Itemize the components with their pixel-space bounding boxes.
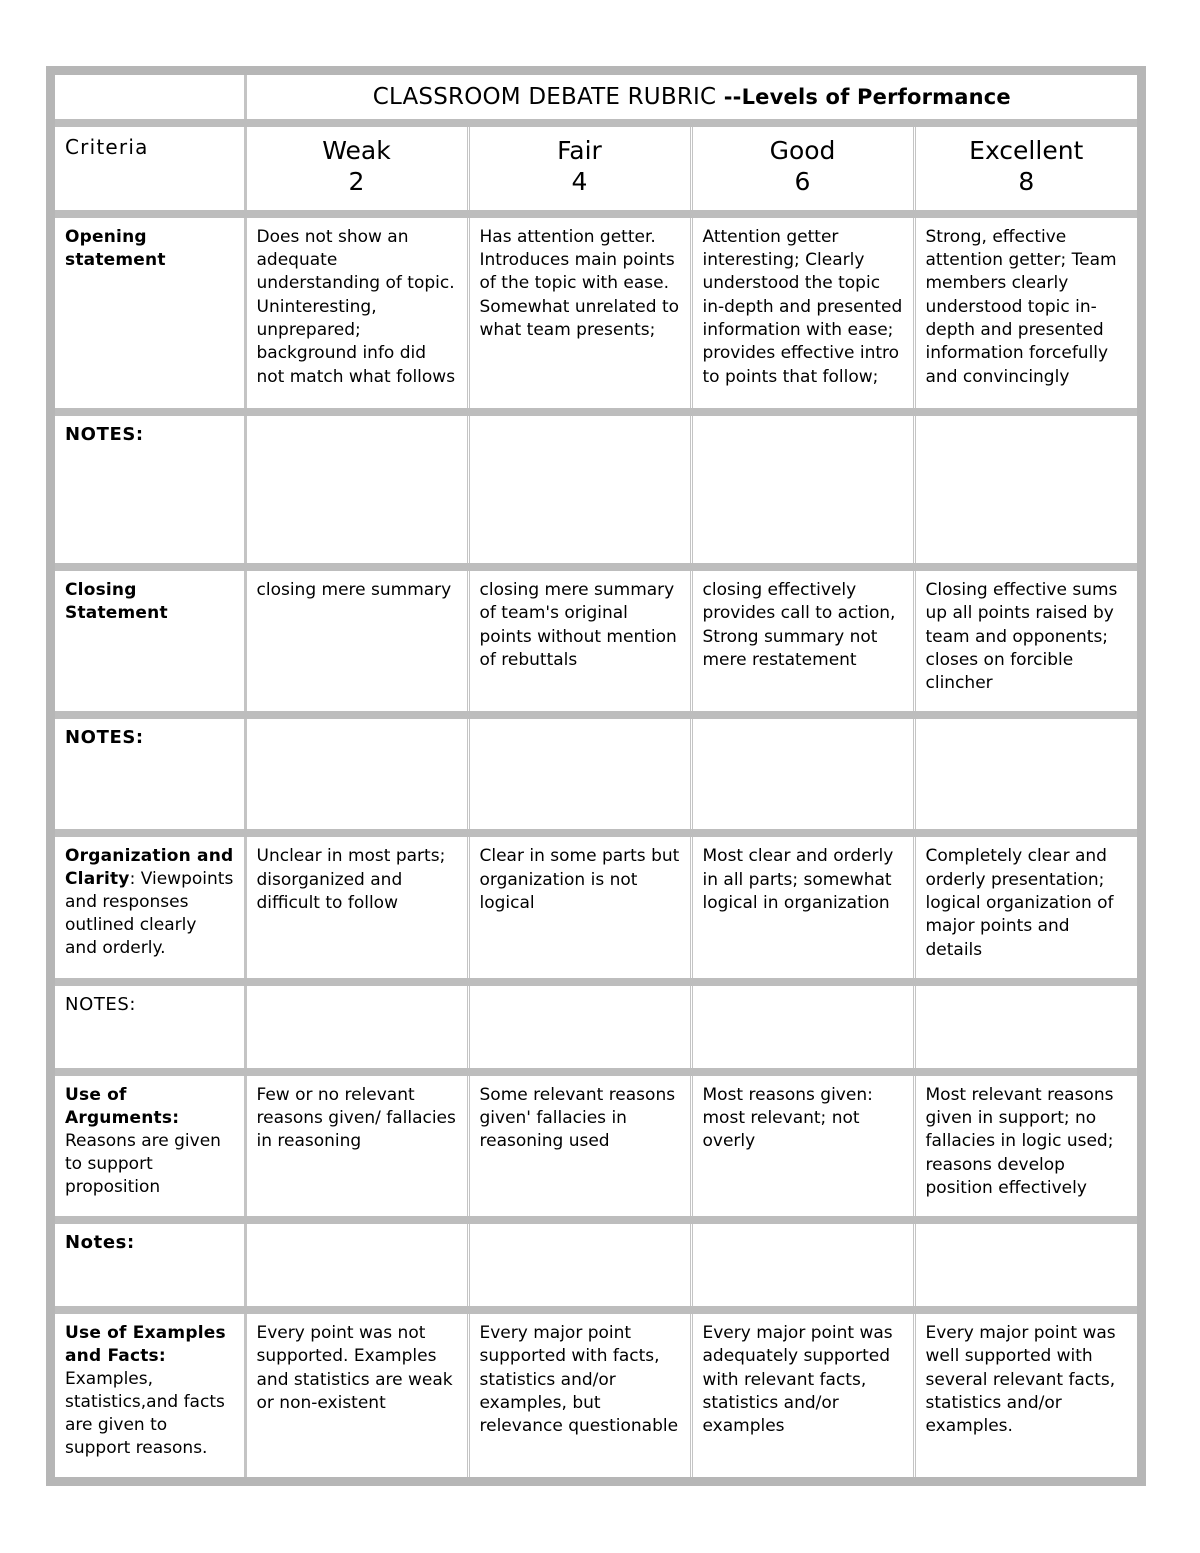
criterion-title: Use of Examples and Facts: xyxy=(65,1323,226,1367)
table-row: Use of Arguments: Reasons are given to su… xyxy=(55,1071,1138,1225)
title-row: CLASSROOM DEBATE RUBRIC --Levels of Perf… xyxy=(55,75,1138,128)
notes-field-4-good[interactable] xyxy=(689,1220,916,1315)
table-row: NOTES: xyxy=(55,981,1138,1076)
cell-closing-statement-good: closing effectively provides call to act… xyxy=(689,567,916,720)
notes-field-1-weak[interactable] xyxy=(245,412,470,572)
cell-opening-statement-weak: Does not show an adequate understanding … xyxy=(245,213,470,417)
cell-organization-fair: Clear in some parts but organization is … xyxy=(466,833,693,986)
cell-opening-statement-good: Attention getter interesting; Clearly un… xyxy=(689,213,916,417)
notes-field-3-weak[interactable] xyxy=(245,981,470,1076)
notes-field-2-excellent[interactable] xyxy=(912,715,1138,838)
cell-organization-weak: Unclear in most parts; disorganized and … xyxy=(245,833,470,986)
column-header-row: Criteria Weak 2 Fair 4 Good 6 Excellent xyxy=(55,123,1138,218)
notes-field-3-good[interactable] xyxy=(689,981,916,1076)
header-level-weak-label: Weak xyxy=(322,136,391,166)
cell-arguments-good: Most reasons given: most relevant; not o… xyxy=(689,1071,916,1225)
table-row: Use of Examples and Facts: Examples, stat… xyxy=(55,1310,1138,1477)
document-title-subtitle: --Levels of Performance xyxy=(723,85,1011,109)
cell-examples-fair: Every major point supported with facts, … xyxy=(466,1310,693,1477)
table-row: Opening statement Does not show an adequ… xyxy=(55,213,1138,417)
header-level-excellent: Excellent 8 xyxy=(912,123,1138,218)
notes-field-1-fair[interactable] xyxy=(466,412,693,572)
criterion-description: Examples, statistics,and facts are given… xyxy=(65,1369,225,1458)
document-title: CLASSROOM DEBATE RUBRIC --Levels of Perf… xyxy=(245,75,1138,128)
header-level-fair-score: 4 xyxy=(571,167,588,197)
notes-field-3-fair[interactable] xyxy=(466,981,693,1076)
table-row: Closing Statement closing mere summary c… xyxy=(55,567,1138,720)
criterion-title: Opening statement xyxy=(65,226,166,270)
table-row: Organization and Clarity: Viewpoints and… xyxy=(55,833,1138,986)
criterion-label-closing-statement: Closing Statement xyxy=(55,567,247,720)
table-row: NOTES: xyxy=(55,412,1138,572)
header-level-good-score: 6 xyxy=(794,167,811,197)
title-row-spacer xyxy=(55,75,247,128)
criterion-title: Closing Statement xyxy=(65,580,168,624)
criterion-title: Use of Arguments: xyxy=(65,1084,180,1128)
notes-field-1-excellent[interactable] xyxy=(912,412,1138,572)
criterion-label-use-of-examples-and-facts: Use of Examples and Facts: Examples, stat… xyxy=(55,1310,247,1477)
header-level-excellent-score: 8 xyxy=(1018,167,1035,197)
notes-label-1: NOTES: xyxy=(55,412,247,572)
header-level-weak: Weak 2 xyxy=(245,123,470,218)
notes-field-2-fair[interactable] xyxy=(466,715,693,838)
criterion-description: Reasons are given to support proposition xyxy=(65,1130,221,1197)
header-level-excellent-label: Excellent xyxy=(969,136,1084,166)
document-page: CLASSROOM DEBATE RUBRIC --Levels of Perf… xyxy=(0,0,1200,1553)
cell-examples-weak: Every point was not supported. Examples … xyxy=(245,1310,470,1477)
document-title-main: CLASSROOM DEBATE RUBRIC xyxy=(372,84,724,110)
cell-arguments-excellent: Most relevant reasons given in support; … xyxy=(912,1071,1138,1225)
header-level-weak-score: 2 xyxy=(348,167,365,197)
cell-arguments-weak: Few or no relevant reasons given/ fallac… xyxy=(245,1071,470,1225)
cell-closing-statement-weak: closing mere summary xyxy=(245,567,470,720)
cell-opening-statement-fair: Has attention getter. Introduces main po… xyxy=(466,213,693,417)
header-level-good-label: Good xyxy=(769,136,836,166)
cell-organization-good: Most clear and orderly in all parts; som… xyxy=(689,833,916,986)
notes-label-3: NOTES: xyxy=(55,981,247,1076)
notes-label-2: NOTES: xyxy=(55,715,247,838)
cell-examples-excellent: Every major point was well supported wit… xyxy=(912,1310,1138,1477)
cell-examples-good: Every major point was adequately support… xyxy=(689,1310,916,1477)
notes-field-4-excellent[interactable] xyxy=(912,1220,1138,1315)
criterion-label-organization-and-clarity: Organization and Clarity: Viewpoints and… xyxy=(55,833,247,986)
table-row: Notes: xyxy=(55,1220,1138,1315)
header-level-fair-label: Fair xyxy=(557,136,602,166)
cell-organization-excellent: Completely clear and orderly presentatio… xyxy=(912,833,1138,986)
header-criteria: Criteria xyxy=(55,123,247,218)
rubric-table: CLASSROOM DEBATE RUBRIC --Levels of Perf… xyxy=(55,75,1138,1477)
rubric-table-body: CLASSROOM DEBATE RUBRIC --Levels of Perf… xyxy=(55,75,1138,1477)
rubric-table-frame: CLASSROOM DEBATE RUBRIC --Levels of Perf… xyxy=(46,66,1146,1486)
notes-field-2-weak[interactable] xyxy=(245,715,470,838)
table-row: NOTES: xyxy=(55,715,1138,838)
cell-closing-statement-excellent: Closing effective sums up all points rai… xyxy=(912,567,1138,720)
notes-field-4-fair[interactable] xyxy=(466,1220,693,1315)
cell-opening-statement-excellent: Strong, effective attention getter; Team… xyxy=(912,213,1138,417)
notes-field-3-excellent[interactable] xyxy=(912,981,1138,1076)
notes-field-4-weak[interactable] xyxy=(245,1220,470,1315)
criterion-label-use-of-arguments: Use of Arguments: Reasons are given to su… xyxy=(55,1071,247,1225)
header-level-fair: Fair 4 xyxy=(466,123,693,218)
notes-label-4: Notes: xyxy=(55,1220,247,1315)
notes-field-2-good[interactable] xyxy=(689,715,916,838)
notes-field-1-good[interactable] xyxy=(689,412,916,572)
criterion-label-opening-statement: Opening statement xyxy=(55,213,247,417)
cell-closing-statement-fair: closing mere summary of team's original … xyxy=(466,567,693,720)
header-level-good: Good 6 xyxy=(689,123,916,218)
cell-arguments-fair: Some relevant reasons given' fallacies i… xyxy=(466,1071,693,1225)
